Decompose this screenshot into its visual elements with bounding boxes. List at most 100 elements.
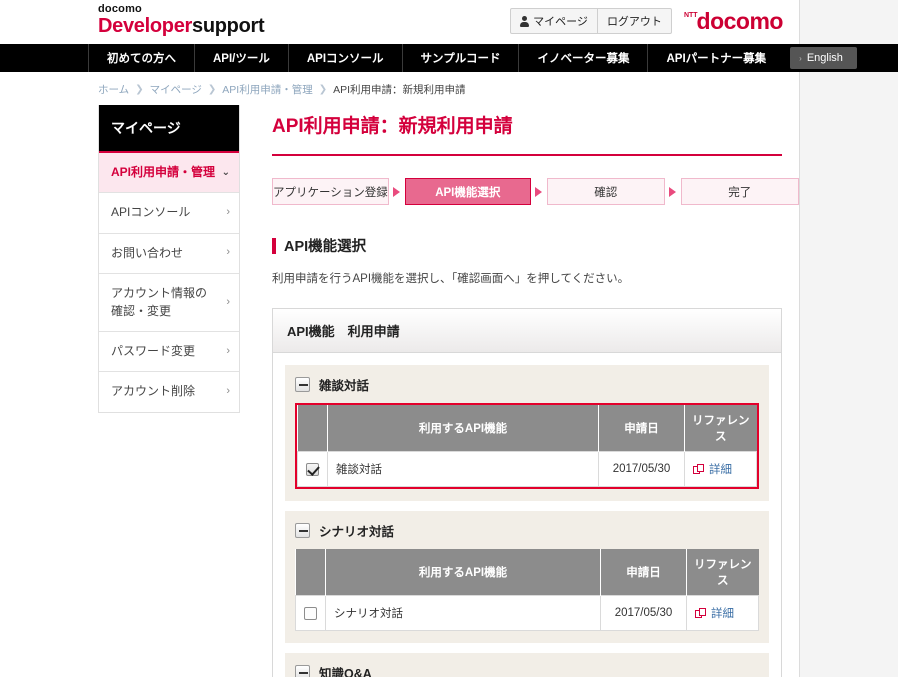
collapse-minus-icon[interactable] xyxy=(295,665,310,677)
table-header-row: 利用するAPI機能 申請日 リファレンス xyxy=(295,549,759,596)
group-name: 知識Q&A xyxy=(319,667,372,677)
title-divider xyxy=(272,154,782,156)
chevron-right-icon: › xyxy=(799,53,802,63)
column-reference: リファレンス xyxy=(684,405,757,452)
section-description: 利用申請を行うAPI機能を選択し、「確認画面へ」を押してください。 xyxy=(272,273,630,285)
row-checkbox-cell[interactable] xyxy=(297,451,328,487)
external-window-icon xyxy=(695,607,706,619)
api-group-knowledge-qa: 知識Q&A 利用するAPI機能 申請日 リファレンス xyxy=(285,653,769,677)
content-column: ホーム ❯ マイページ ❯ API利用申請・管理 ❯ API利用申請：新規利用申… xyxy=(0,72,800,677)
nav-item-api-console[interactable]: APIコンソール xyxy=(287,44,402,72)
column-date: 申請日 xyxy=(600,549,687,596)
chevron-right-icon: › xyxy=(226,295,230,308)
step-api-selection[interactable]: API機能選択 xyxy=(404,178,531,205)
external-window-icon xyxy=(693,463,704,475)
chevron-right-icon: › xyxy=(226,344,230,357)
step-confirm[interactable]: 確認 xyxy=(546,178,665,205)
row-reference-cell[interactable]: 詳細 xyxy=(686,595,759,631)
person-icon xyxy=(520,15,530,27)
breadcrumb-item-current: API利用申請：新規利用申請 xyxy=(333,84,466,96)
step-arrow-icon xyxy=(389,186,405,197)
group-name: シナリオ対話 xyxy=(319,525,395,539)
sidebar: マイページ API利用申請・管理 ⌄ APIコンソール › お問い合わせ › ア… xyxy=(98,105,240,413)
step-arrow-icon xyxy=(665,186,681,197)
nav-item-beginners[interactable]: 初めての方へ xyxy=(88,44,194,72)
main-navigation: 初めての方へ API/ツール APIコンソール サンプルコード イノベーター募集… xyxy=(0,44,898,72)
row-reference-cell[interactable]: 詳細 xyxy=(684,451,757,487)
group-header[interactable]: 雑談対話 xyxy=(295,375,759,394)
sidebar-title: マイページ xyxy=(99,105,239,151)
nav-item-api-tools[interactable]: API/ツール xyxy=(194,44,288,72)
sidebar-item-api-console[interactable]: APIコンソール › xyxy=(99,193,239,234)
breadcrumb: ホーム ❯ マイページ ❯ API利用申請・管理 ❯ API利用申請：新規利用申… xyxy=(0,72,799,105)
column-feature: 利用するAPI機能 xyxy=(327,405,599,452)
sidebar-item-account-info[interactable]: アカウント情報の確認・変更 › xyxy=(99,274,239,332)
api-group-scenario-dialogue: シナリオ対話 利用するAPI機能 申請日 リファレンス シナリオ対話 2017/… xyxy=(285,511,769,643)
docomo-brand-logo[interactable]: NTT docomo xyxy=(683,9,784,33)
step-complete[interactable]: 完了 xyxy=(680,178,799,205)
api-table-highlighted: 利用するAPI機能 申請日 リファレンス 雑談対話 2017/05/30 詳細 xyxy=(295,403,759,489)
group-header[interactable]: シナリオ対話 xyxy=(295,521,759,540)
logo-docomo-text: docomo xyxy=(98,3,142,15)
english-language-button[interactable]: › English xyxy=(790,47,857,69)
page-title: API利用申請：新規利用申請 xyxy=(272,116,513,137)
section-heading: API機能選択 xyxy=(272,235,782,256)
chevron-right-icon: › xyxy=(226,385,230,398)
sidebar-item-label: パスワード変更 xyxy=(111,343,196,358)
column-date: 申請日 xyxy=(598,405,685,452)
breadcrumb-separator: ❯ xyxy=(207,84,217,95)
panel-body: 雑談対話 利用するAPI機能 申請日 リファレンス 雑談対話 2017/05/3… xyxy=(272,353,782,677)
step-application-registration[interactable]: アプリケーション登録 xyxy=(272,178,389,205)
step-arrow-icon xyxy=(531,186,547,197)
page-root: docomo Developersupport マイページ ログアウト NTT … xyxy=(0,0,898,677)
breadcrumb-item-mypage[interactable]: マイページ xyxy=(150,82,202,97)
sidebar-item-label: お問い合わせ xyxy=(111,245,184,260)
reference-detail-link[interactable]: 詳細 xyxy=(695,605,750,621)
sidebar-item-api-application[interactable]: API利用申請・管理 ⌄ xyxy=(99,151,239,194)
account-button-group: マイページ ログアウト xyxy=(510,8,672,34)
breadcrumb-separator: ❯ xyxy=(135,84,144,95)
group-name: 雑談対話 xyxy=(319,379,370,393)
table-row: シナリオ対話 2017/05/30 詳細 xyxy=(295,595,759,631)
site-logo[interactable]: docomo Developersupport xyxy=(98,3,265,38)
column-reference: リファレンス xyxy=(686,549,759,596)
logout-button-label: ログアウト xyxy=(606,16,662,28)
nav-item-innovator[interactable]: イノベーター募集 xyxy=(518,44,647,72)
breadcrumb-separator: ❯ xyxy=(318,84,328,95)
chevron-right-icon: › xyxy=(226,206,230,219)
panel-title: API機能 利用申請 xyxy=(272,308,782,353)
english-button-label: English xyxy=(806,52,843,64)
group-header[interactable]: 知識Q&A xyxy=(295,663,759,677)
column-select xyxy=(297,405,328,452)
row-application-date: 2017/05/30 xyxy=(598,451,685,487)
api-checkbox[interactable] xyxy=(304,606,317,620)
sidebar-item-label: APIコンソール xyxy=(111,205,191,220)
column-feature: 利用するAPI機能 xyxy=(325,549,601,596)
header-actions: マイページ ログアウト NTT docomo xyxy=(510,8,784,34)
breadcrumb-item-api-application[interactable]: API利用申請・管理 xyxy=(222,82,312,97)
row-checkbox-cell[interactable] xyxy=(295,595,326,631)
table-row: 雑談対話 2017/05/30 詳細 xyxy=(297,451,757,487)
collapse-minus-icon[interactable] xyxy=(295,377,310,392)
chevron-right-icon: › xyxy=(226,246,230,259)
api-group-chat-dialogue: 雑談対話 利用するAPI機能 申請日 リファレンス 雑談対話 2017/05/3… xyxy=(285,365,769,501)
nav-item-sample-code[interactable]: サンプルコード xyxy=(401,44,519,72)
ntt-text: NTT xyxy=(683,11,698,19)
main-content: API利用申請：新規利用申請 アプリケーション登録 API機能選択 確認 完了 … xyxy=(272,105,799,677)
collapse-minus-icon[interactable] xyxy=(295,523,310,538)
table-header-row: 利用するAPI機能 申請日 リファレンス xyxy=(297,405,757,452)
nav-item-api-partner[interactable]: APIパートナー募集 xyxy=(647,44,784,72)
sidebar-item-label: API利用申請・管理 xyxy=(111,165,216,179)
mypage-button-label: マイページ xyxy=(533,16,588,28)
api-checkbox[interactable] xyxy=(306,462,319,476)
sidebar-item-contact[interactable]: お問い合わせ › xyxy=(99,234,239,275)
row-application-date: 2017/05/30 xyxy=(600,595,687,631)
breadcrumb-item-home[interactable]: ホーム xyxy=(98,82,129,97)
sidebar-item-account-delete[interactable]: アカウント削除 › xyxy=(99,372,239,411)
logout-button[interactable]: ログアウト xyxy=(596,9,671,33)
mypage-button[interactable]: マイページ xyxy=(511,9,597,33)
row-feature-name: 雑談対話 xyxy=(327,451,599,487)
reference-link-label: 詳細 xyxy=(709,464,732,476)
sidebar-item-password-change[interactable]: パスワード変更 › xyxy=(99,332,239,373)
reference-detail-link[interactable]: 詳細 xyxy=(693,461,748,477)
